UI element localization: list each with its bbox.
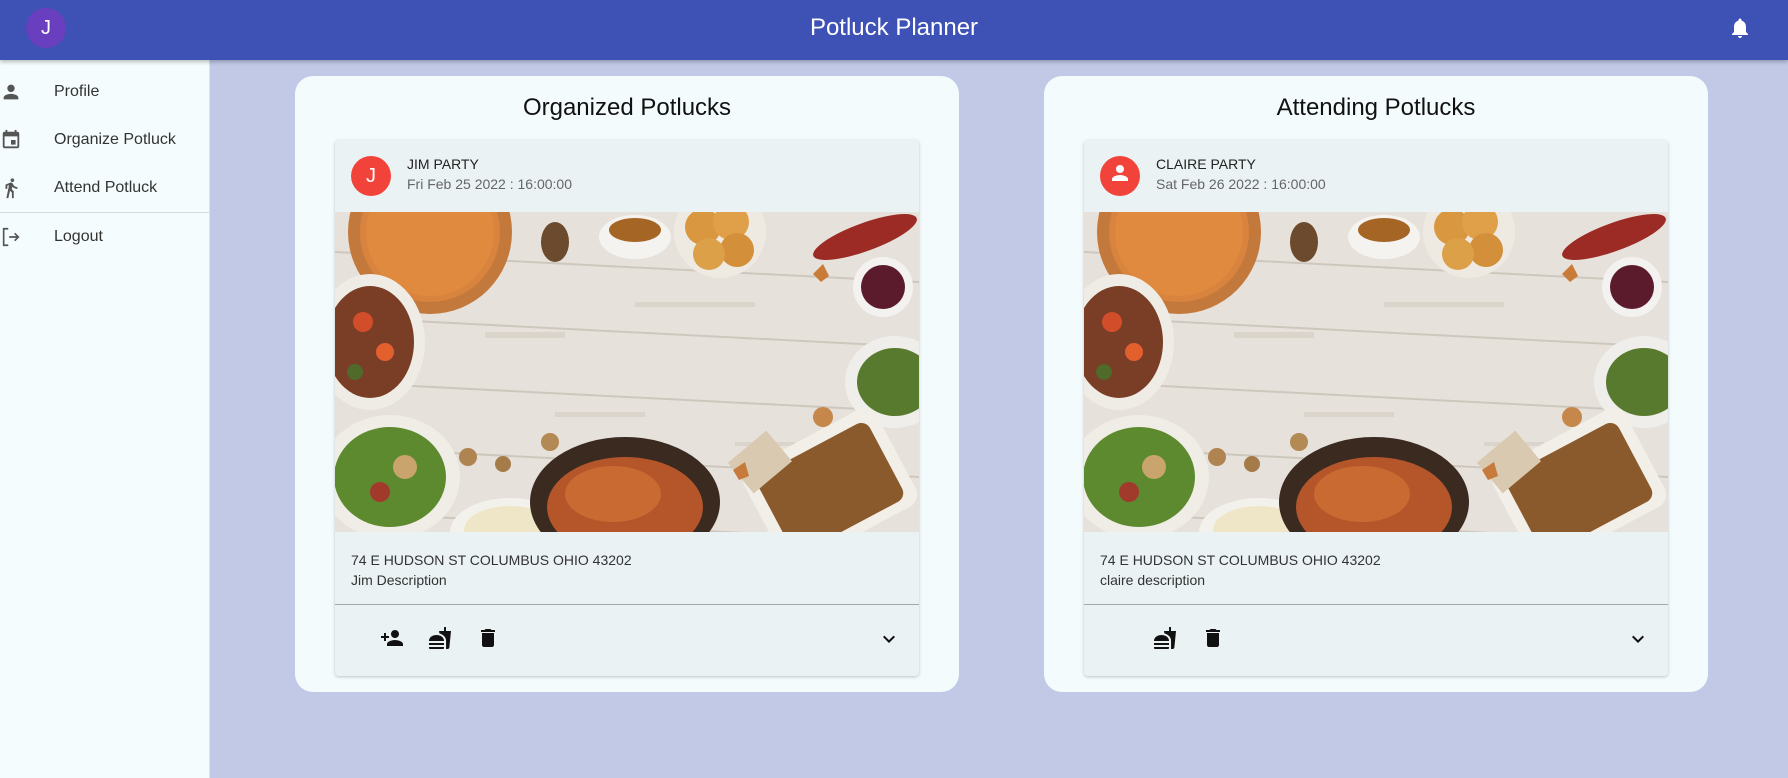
- potluck-card: CLAIRE PARTY Sat Feb 26 2022 : 16:00:00 …: [1084, 140, 1668, 676]
- add-guest-button[interactable]: [375, 623, 409, 657]
- potluck-title: JIM PARTY: [407, 156, 479, 172]
- delete-icon: [476, 626, 500, 655]
- app-title: Potluck Planner: [809, 14, 979, 41]
- calendar-icon: [0, 129, 22, 151]
- food-button[interactable]: [423, 623, 457, 657]
- attending-potlucks-panel: Attending Potlucks CLAIRE PARTY Sat Feb …: [1044, 76, 1708, 692]
- potluck-date: Sat Feb 26 2022 : 16:00:00: [1156, 176, 1326, 192]
- sidebar-item-organize-potluck[interactable]: Organize Potluck: [0, 116, 209, 164]
- sidebar-item-label: Logout: [54, 228, 103, 245]
- potluck-description: claire description: [1100, 572, 1206, 588]
- sidebar-item-label: Attend Potluck: [54, 179, 158, 196]
- sidebar-item-label: Organize Potluck: [54, 131, 176, 148]
- expand-button[interactable]: [1622, 625, 1654, 657]
- potluck-image: [1084, 212, 1668, 532]
- sidebar-item-label: Profile: [54, 83, 100, 100]
- delete-button[interactable]: [471, 623, 505, 657]
- card-body: 74 E HUDSON ST COLUMBUS OHIO 43202 Jim D…: [335, 532, 919, 604]
- app-bar: J Potluck Planner: [0, 0, 1788, 60]
- card-body: 74 E HUDSON ST COLUMBUS OHIO 43202 clair…: [1084, 532, 1668, 604]
- potluck-description: Jim Description: [351, 572, 447, 588]
- potluck-address: 74 E HUDSON ST COLUMBUS OHIO 43202: [1100, 552, 1381, 568]
- host-avatar: J: [351, 156, 391, 196]
- add-guest-icon: [380, 626, 404, 655]
- sidebar-item-attend-potluck[interactable]: Attend Potluck: [0, 164, 209, 212]
- card-actions: [1084, 604, 1668, 676]
- host-avatar: [1100, 156, 1140, 196]
- delete-icon: [1201, 626, 1225, 655]
- potluck-date: Fri Feb 25 2022 : 16:00:00: [407, 176, 572, 192]
- panel-title: Attending Potlucks: [1276, 94, 1476, 121]
- potluck-address: 74 E HUDSON ST COLUMBUS OHIO 43202: [351, 552, 632, 568]
- card-header: J JIM PARTY Fri Feb 25 2022 : 16:00:00: [335, 140, 919, 212]
- organized-potlucks-panel: Organized Potlucks J JIM PARTY Fri Feb 2…: [295, 76, 959, 692]
- delete-button[interactable]: [1196, 623, 1230, 657]
- chevron-down-icon: [1626, 627, 1650, 656]
- sidebar-item-logout[interactable]: Logout: [0, 213, 209, 261]
- potluck-title: CLAIRE PARTY: [1156, 156, 1256, 172]
- expand-button[interactable]: [873, 625, 905, 657]
- card-actions: [335, 604, 919, 676]
- food-icon: [428, 626, 452, 655]
- logout-icon: [0, 226, 22, 248]
- sidebar-item-profile[interactable]: Profile: [0, 68, 209, 116]
- sidebar: Profile Organize Potluck Attend Potluck …: [0, 60, 210, 778]
- panel-title: Organized Potlucks: [522, 94, 732, 121]
- potluck-card: J JIM PARTY Fri Feb 25 2022 : 16:00:00 7…: [335, 140, 919, 676]
- person-icon: [1108, 161, 1132, 191]
- walk-icon: [0, 177, 22, 199]
- food-button[interactable]: [1148, 623, 1182, 657]
- card-header: CLAIRE PARTY Sat Feb 26 2022 : 16:00:00: [1084, 140, 1668, 212]
- person-icon: [0, 81, 22, 103]
- food-icon: [1153, 626, 1177, 655]
- potluck-image: [335, 212, 919, 532]
- chevron-down-icon: [877, 627, 901, 656]
- notifications-icon[interactable]: [1728, 16, 1752, 40]
